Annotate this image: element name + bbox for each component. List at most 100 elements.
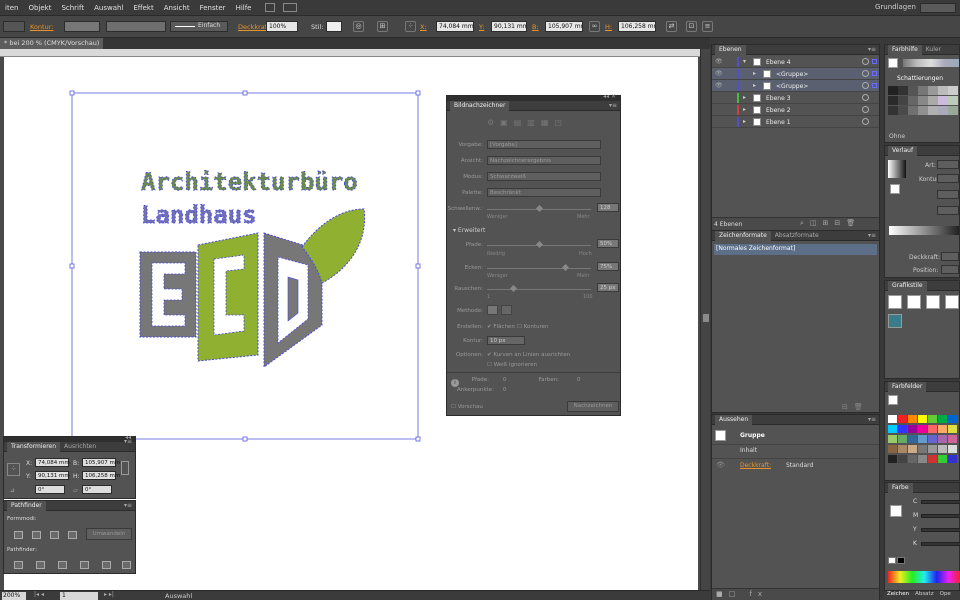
tab-gradient[interactable]: Verlauf [888, 145, 918, 156]
expand-triangle-icon[interactable]: ▾ [743, 58, 746, 65]
expand-triangle-icon[interactable]: ▸ [753, 70, 756, 77]
menu-auswahl[interactable]: Auswahl [89, 4, 128, 12]
menu-schrift[interactable]: Schrift [56, 4, 89, 12]
advanced-disclosure[interactable]: ▾ Erweitert [453, 227, 485, 234]
panel-menu-icon[interactable]: ▾≡ [868, 416, 876, 423]
shade-swatch[interactable] [928, 86, 938, 95]
tab-color-guide[interactable]: Farbhilfe [888, 44, 922, 55]
color-swatch[interactable] [938, 445, 947, 453]
minus-back-icon[interactable] [122, 561, 131, 569]
color-spectrum[interactable] [888, 571, 960, 583]
color-swatch[interactable] [918, 415, 927, 423]
arrange-documents-icon[interactable] [282, 3, 297, 12]
isolate-icon[interactable]: ⊡ [686, 21, 697, 32]
channel-c-slider[interactable] [921, 500, 960, 504]
expand-button[interactable]: Umwandeln [86, 528, 132, 540]
menu-datei[interactable]: iten [0, 4, 23, 12]
b-field[interactable]: 105,907 mm [545, 21, 583, 32]
outline-icon[interactable] [102, 561, 111, 569]
swatches-grid[interactable] [888, 415, 957, 464]
color-swatch[interactable] [948, 455, 957, 463]
gradient-angle-field[interactable] [937, 190, 959, 199]
target-circle-icon[interactable] [862, 58, 869, 65]
expand-triangle-icon[interactable]: ▸ [743, 118, 746, 125]
graphic-style-3[interactable] [926, 295, 940, 309]
tab-character-styles[interactable]: Zeichenformate [715, 230, 771, 241]
preview-checkbox[interactable]: ☐ Vorschau [451, 404, 483, 410]
tab-swatches[interactable]: Farbfelder [888, 381, 927, 392]
align-icon[interactable]: ⊞ [377, 21, 388, 32]
merge-icon[interactable] [58, 561, 67, 569]
graphic-style-swatch[interactable] [326, 21, 342, 32]
selection-square-icon[interactable] [872, 71, 877, 76]
expand-triangle-icon[interactable]: ▸ [743, 106, 746, 113]
transform-icon[interactable]: ⇄ [666, 21, 677, 32]
tab-paragraph-styles[interactable]: Absatzformate [771, 232, 823, 239]
noise-slider[interactable] [487, 289, 591, 290]
tab-transform[interactable]: Transformieren [7, 441, 61, 452]
y-field[interactable]: 90,131 mm [35, 471, 70, 480]
workspace-switcher[interactable]: Grundlagen [875, 3, 916, 11]
harmony-strip[interactable] [903, 59, 959, 67]
selection-square-icon[interactable] [872, 83, 877, 88]
paths-field[interactable]: 50% [597, 239, 619, 248]
link-proportions-icon[interactable] [121, 461, 129, 475]
threshold-knob[interactable] [535, 204, 544, 213]
paths-knob[interactable] [535, 240, 544, 249]
threshold-field[interactable]: 128 [597, 203, 619, 212]
scrollbar-thumb[interactable] [703, 314, 709, 322]
graphic-style-4[interactable] [945, 295, 959, 309]
h-field[interactable]: 106,258 mm [82, 471, 120, 480]
fills-checkbox[interactable]: ✔ Flächen [487, 324, 515, 330]
shade-swatch[interactable] [918, 96, 928, 105]
method-abutting-icon[interactable] [487, 305, 498, 315]
mode-dropdown[interactable]: Schwarzweiß [487, 172, 601, 181]
color-swatch[interactable] [928, 415, 937, 423]
color-swatch[interactable] [918, 435, 927, 443]
color-swatch[interactable] [908, 445, 917, 453]
gradient-opacity-field[interactable] [941, 252, 959, 261]
appearance-footer-icons[interactable]: ■□ fx [716, 590, 768, 598]
minus-front-icon[interactable] [32, 531, 41, 539]
layer-row[interactable]: 👁 ▾ Ebene 4 [712, 56, 879, 68]
shade-swatch[interactable] [908, 96, 918, 105]
shade-swatch[interactable] [948, 86, 958, 95]
target-circle-icon[interactable] [862, 70, 869, 77]
target-circle-icon[interactable] [862, 106, 869, 113]
color-swatch[interactable] [948, 445, 957, 453]
tab-graphic-styles[interactable]: Grafikstile [888, 280, 927, 291]
shade-swatch[interactable] [888, 96, 898, 105]
color-swatch[interactable] [928, 425, 937, 433]
layer-row[interactable]: ▸ Ebene 2 [712, 104, 879, 116]
fill-swatch[interactable] [3, 21, 25, 32]
shade-swatch[interactable] [898, 86, 908, 95]
unite-icon[interactable] [14, 531, 23, 539]
bridge-icon[interactable] [264, 3, 275, 12]
ignore-white-checkbox[interactable]: ☐ Weiß ignorieren [487, 362, 537, 368]
gradient-ratio-field[interactable] [937, 206, 959, 215]
selection-square-icon[interactable] [872, 59, 877, 64]
menu-objekt[interactable]: Objekt [23, 4, 56, 12]
graphic-style-5[interactable] [888, 314, 902, 328]
target-circle-icon[interactable] [862, 82, 869, 89]
opacity-field[interactable]: 100% [266, 21, 298, 32]
gradient-thumbnail[interactable] [888, 160, 906, 178]
color-swatch[interactable] [928, 435, 937, 443]
panel-collapse-icon[interactable]: ◂◂ ✕ [603, 93, 616, 100]
menu-hilfe[interactable]: Hilfe [231, 4, 257, 12]
color-swatch[interactable] [888, 415, 897, 423]
palette-dropdown[interactable]: Beschränkt [487, 188, 601, 197]
stroke-field[interactable]: 10 px [487, 336, 525, 345]
x-field[interactable]: 74,084 mm [35, 458, 70, 467]
shade-swatch[interactable] [948, 106, 958, 115]
trace-preset-icons[interactable]: ⚙▣▤▥▦◳ [487, 118, 568, 127]
menu-effekt[interactable]: Effekt [128, 4, 158, 12]
y-field[interactable]: 90,131 mm [491, 21, 527, 32]
color-swatch[interactable] [938, 415, 947, 423]
shade-swatch[interactable] [938, 96, 948, 105]
tab-character[interactable]: Zeichen [884, 591, 912, 597]
style-item-normal[interactable]: [Normales Zeichenformat] [714, 244, 877, 255]
color-swatch[interactable] [888, 435, 897, 443]
stroke-label[interactable]: Kontur: [30, 23, 53, 31]
expand-triangle-icon[interactable]: ▸ [743, 94, 746, 101]
